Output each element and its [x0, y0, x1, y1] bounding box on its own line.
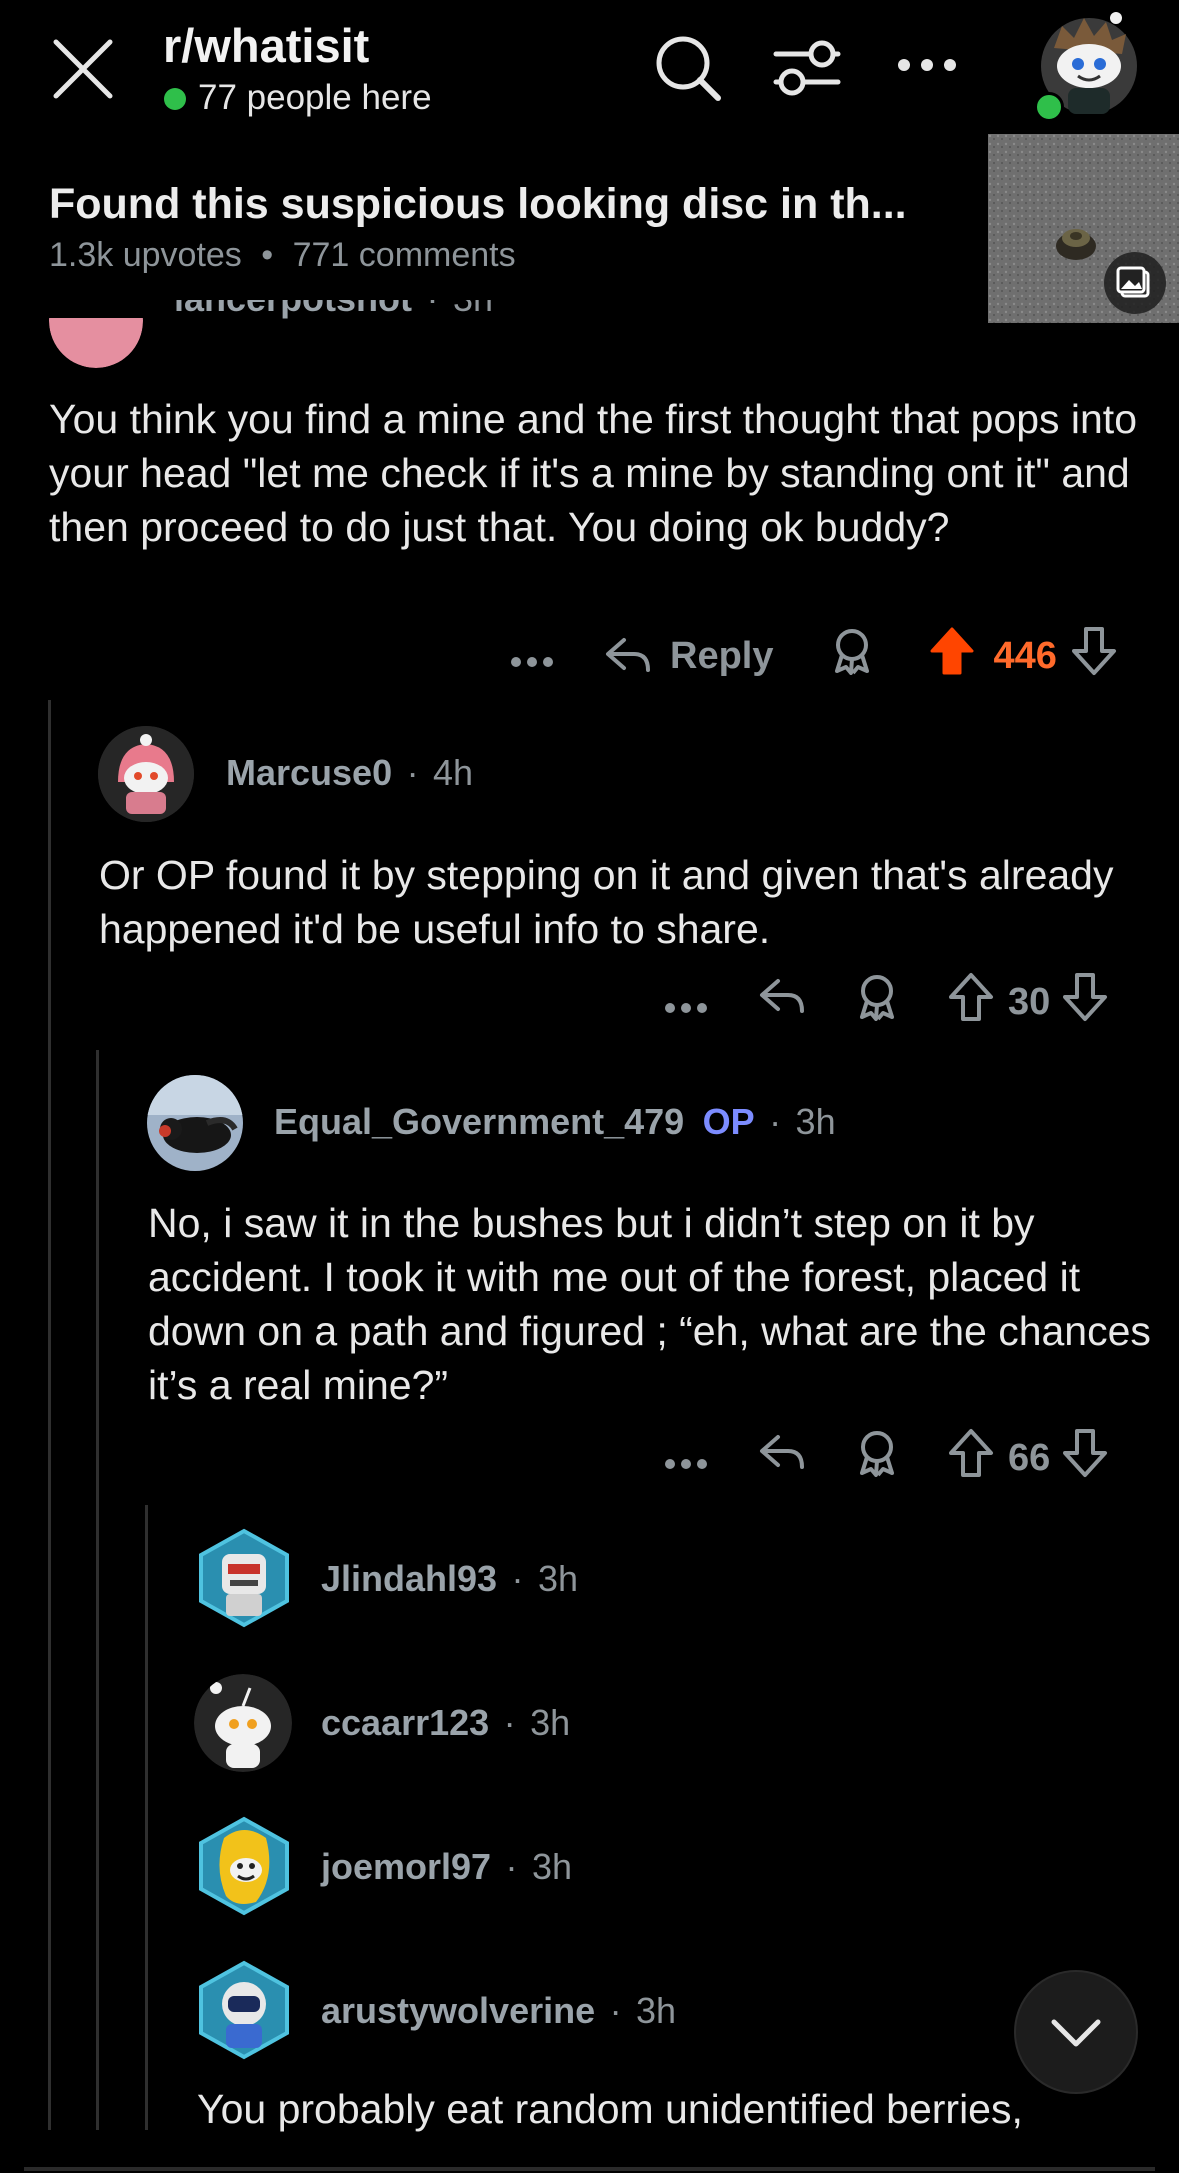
- collapsed-comment-header[interactable]: ccaarr123 · 3h: [321, 1702, 570, 1744]
- thread-line[interactable]: [145, 1505, 148, 2130]
- comment-author[interactable]: Jlindahl93: [321, 1558, 497, 1599]
- comment-actions: 30: [664, 972, 1108, 1032]
- upvote-icon[interactable]: [948, 972, 994, 1032]
- comment-body: No, i saw it in the bushes but i didn’t …: [148, 1200, 1151, 1408]
- comment-header: Marcuse0 · 4h: [226, 752, 474, 793]
- collapsed-comment-header[interactable]: joemorl97 · 3h: [321, 1846, 572, 1888]
- user-avatar[interactable]: [1034, 8, 1144, 122]
- next-comment-button[interactable]: [1014, 1970, 1138, 2094]
- award-icon[interactable]: [854, 973, 900, 1031]
- comment-author[interactable]: lancerpotshot: [174, 300, 412, 319]
- upvote-icon[interactable]: [929, 626, 975, 686]
- comment-header: Equal_Government_479 OP · 3h: [274, 1101, 836, 1142]
- comment-body: Or OP found it by stepping on it and giv…: [99, 852, 1114, 952]
- downvote-icon[interactable]: [1062, 1428, 1108, 1488]
- avatar[interactable]: [194, 1674, 292, 1772]
- comment-time: 3h: [530, 1702, 571, 1743]
- reply-icon: [606, 638, 650, 672]
- award-icon[interactable]: [829, 627, 875, 685]
- post-upvotes: 1.3k upvotes: [49, 236, 242, 274]
- award-icon[interactable]: [854, 1429, 900, 1487]
- vote-score: 446: [993, 634, 1057, 677]
- comment-body: You think you find a mine and the first …: [49, 396, 1138, 550]
- bottom-divider: [24, 2167, 1155, 2171]
- thread-line[interactable]: [96, 1050, 99, 2130]
- reply-button[interactable]: Reply: [604, 634, 773, 678]
- avatar[interactable]: [98, 726, 194, 822]
- comment-actions: 66: [664, 1428, 1108, 1488]
- avatar[interactable]: [196, 1528, 292, 1628]
- subreddit-name[interactable]: r/whatisit: [163, 18, 369, 73]
- comment-time: 3h: [453, 300, 493, 319]
- online-count: 77 people here: [198, 78, 432, 117]
- filter-sort-icon[interactable]: [772, 36, 842, 100]
- comment-author[interactable]: Marcuse0: [226, 752, 392, 793]
- comment-author[interactable]: Equal_Government_479: [274, 1101, 684, 1142]
- downvote-icon[interactable]: [1071, 626, 1117, 686]
- post-comments-count: 771 comments: [292, 236, 516, 274]
- close-icon[interactable]: [50, 36, 116, 102]
- more-options-icon[interactable]: [664, 981, 708, 1024]
- vote-score: 30: [1008, 980, 1051, 1023]
- search-icon[interactable]: [652, 32, 724, 104]
- reply-icon[interactable]: [758, 1431, 806, 1485]
- post-stats: 1.3k upvotes • 771 comments: [49, 236, 516, 275]
- chevron-down-icon: [1051, 2019, 1101, 2047]
- comment-author[interactable]: arustywolverine: [321, 1990, 595, 2031]
- comment-time: 3h: [636, 1990, 677, 2031]
- stat-separator: •: [261, 236, 274, 274]
- comment-author[interactable]: ccaarr123: [321, 1702, 489, 1743]
- comment-body: You probably eat random unidentified ber…: [197, 2086, 1023, 2132]
- comment-time: 4h: [433, 752, 474, 793]
- post-thumbnail[interactable]: [988, 134, 1179, 323]
- upvote-icon[interactable]: [948, 1428, 994, 1488]
- comment-header: arustywolverine · 3h: [321, 1990, 677, 2031]
- op-badge: OP: [702, 1101, 755, 1142]
- reply-icon[interactable]: [758, 975, 806, 1029]
- downvote-icon[interactable]: [1062, 972, 1108, 1032]
- comment-actions: Reply 446: [510, 626, 1117, 686]
- online-status-dot: [1034, 92, 1064, 122]
- reply-label: Reply: [670, 634, 774, 677]
- avatar[interactable]: [49, 318, 143, 368]
- more-options-icon[interactable]: [510, 635, 554, 678]
- comment-author[interactable]: joemorl97: [321, 1846, 491, 1887]
- post-title[interactable]: Found this suspicious looking disc in th…: [49, 180, 907, 229]
- more-options-icon[interactable]: [664, 1437, 708, 1480]
- comment-time: 3h: [795, 1101, 836, 1142]
- comment-time: 3h: [531, 1846, 573, 1887]
- thread-line[interactable]: [48, 700, 51, 2130]
- avatar[interactable]: [147, 1075, 243, 1171]
- collapsed-comment-header[interactable]: Jlindahl93 · 3h: [321, 1558, 578, 1600]
- avatar[interactable]: [196, 1960, 292, 2060]
- more-options-icon[interactable]: [896, 56, 958, 74]
- vote-score: 66: [1008, 1436, 1051, 1479]
- comment-time: 3h: [537, 1558, 579, 1599]
- comment-header: lancerpotshot · 3h: [174, 300, 493, 340]
- online-indicator-dot: [164, 88, 186, 110]
- avatar[interactable]: [196, 1816, 292, 1916]
- gallery-icon: [1104, 252, 1166, 314]
